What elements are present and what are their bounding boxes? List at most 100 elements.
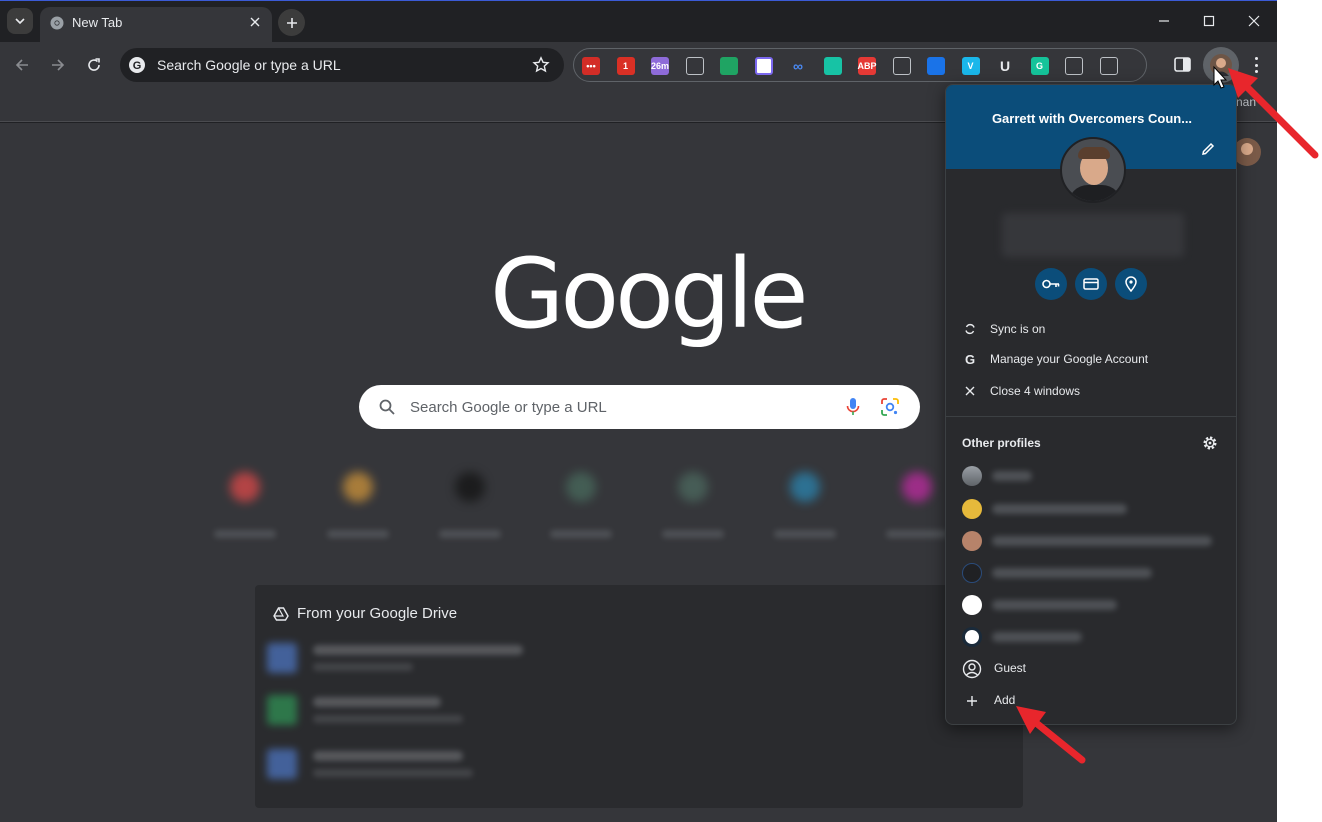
avatar [962, 531, 982, 551]
drive-card-title: From your Google Drive [297, 605, 458, 622]
tag-icon[interactable] [927, 57, 945, 75]
u-extension-icon[interactable]: U [996, 57, 1014, 75]
other-profile-row[interactable] [946, 493, 1236, 523]
close-icon [962, 383, 978, 399]
addresses-button[interactable] [1115, 268, 1147, 300]
profile-button[interactable] [1203, 47, 1239, 83]
shortcut-tile[interactable] [760, 468, 850, 548]
grammarly-icon[interactable]: G [1030, 57, 1049, 75]
maximize-button[interactable] [1189, 7, 1229, 35]
other-profile-row[interactable] [946, 589, 1236, 619]
drive-file-row[interactable] [267, 743, 787, 783]
toolbar: G Search Google or type a URL ••• 1 26m ∞ AB… [0, 42, 1277, 88]
document-icon [267, 643, 297, 673]
sync-status-row[interactable]: Sync is on [946, 314, 1236, 344]
lastpass-icon[interactable]: ••• [582, 57, 600, 75]
shortcut-tile[interactable] [536, 468, 626, 548]
tab-search-button[interactable] [7, 8, 33, 34]
shortcut-tile[interactable] [200, 468, 290, 548]
drive-file-row[interactable] [267, 637, 787, 677]
code-icon[interactable] [1065, 57, 1083, 75]
adblock-icon[interactable]: ABP [857, 57, 877, 75]
profile-label [992, 632, 1082, 642]
file-meta [313, 663, 413, 671]
shortcut-icon [343, 472, 373, 502]
gmail-checker-icon[interactable]: 1 [616, 57, 635, 75]
side-panel-icon[interactable] [1173, 56, 1193, 74]
shortcut-label [886, 530, 948, 538]
other-profile-row[interactable] [946, 460, 1236, 490]
other-profile-row[interactable] [946, 557, 1236, 587]
back-button[interactable] [10, 53, 34, 77]
shortcut-label [662, 530, 724, 538]
file-name [313, 697, 441, 707]
clickup-icon[interactable] [754, 57, 773, 75]
manage-google-account-label: Manage your Google Account [990, 352, 1149, 366]
lastpass-badge: ••• [586, 61, 596, 71]
shortcut-tile[interactable] [313, 468, 403, 548]
drive-file-row[interactable] [267, 689, 787, 729]
guest-profile-row[interactable]: Guest [946, 653, 1236, 683]
chrome-icon [50, 16, 64, 30]
google-g-icon: G [129, 57, 145, 73]
minimize-icon [1159, 20, 1169, 22]
forward-button[interactable] [46, 53, 70, 77]
puzzle-icon[interactable] [1099, 57, 1118, 75]
chrome-menu-button[interactable] [1246, 54, 1266, 76]
shortcut-icon [790, 472, 820, 502]
ntp-search-box[interactable]: Search Google or type a URL [359, 385, 920, 429]
close-icon [250, 17, 260, 27]
reload-button[interactable] [82, 53, 106, 77]
gear-icon[interactable] [1202, 435, 1218, 451]
google-drive-icon[interactable] [720, 57, 738, 75]
manage-google-account-row[interactable]: G Manage your Google Account [946, 344, 1236, 374]
other-profile-row[interactable] [946, 621, 1236, 651]
credit-card-icon [1083, 278, 1099, 290]
tab-close-button[interactable] [246, 13, 264, 31]
screenshot-icon[interactable] [685, 57, 704, 75]
adblock-badge: ABP [857, 61, 877, 71]
add-profile-row[interactable]: Add [946, 685, 1236, 715]
shortcut-icon [230, 472, 260, 502]
google-logo: Google [490, 238, 809, 350]
minimize-button[interactable] [1144, 7, 1184, 35]
divider [946, 416, 1236, 417]
close-windows-row[interactable]: Close 4 windows [946, 376, 1236, 406]
file-name [313, 645, 523, 655]
profile-avatar [1060, 137, 1126, 203]
shortcut-tile[interactable] [648, 468, 738, 548]
profile-label [992, 504, 1127, 514]
other-profile-row[interactable] [946, 525, 1236, 555]
tab-new-tab[interactable]: New Tab [40, 7, 272, 42]
guest-label: Guest [994, 661, 1027, 675]
fireflies-icon[interactable] [823, 57, 842, 75]
address-bar[interactable]: G Search Google or type a URL [120, 48, 564, 82]
calendar-icon[interactable]: 26m [651, 57, 669, 75]
close-icon [1248, 15, 1260, 27]
google-lens-icon[interactable] [880, 397, 900, 417]
shortcut-label [439, 530, 501, 538]
vimeo-icon[interactable]: V [961, 57, 980, 75]
passwords-button[interactable] [1035, 268, 1067, 300]
close-window-button[interactable] [1234, 7, 1274, 35]
payment-methods-button[interactable] [1075, 268, 1107, 300]
loom-icon[interactable] [892, 57, 911, 75]
new-tab-button[interactable] [278, 9, 305, 36]
u-extension-badge: U [999, 58, 1011, 74]
link-icon[interactable]: ∞ [789, 57, 807, 75]
shortcut-tile[interactable] [425, 468, 515, 548]
search-icon [379, 399, 395, 415]
pencil-icon[interactable] [1200, 141, 1216, 157]
sheet-icon [267, 695, 297, 725]
ntp-avatar[interactable] [1233, 138, 1261, 166]
reload-icon [88, 58, 100, 71]
chevron-down-icon [15, 18, 25, 25]
tab-title: New Tab [72, 15, 123, 30]
redacted-account-info [1002, 213, 1184, 257]
microphone-icon[interactable] [845, 397, 861, 417]
bookmark-star-icon[interactable] [532, 56, 550, 74]
other-profiles-heading: Other profiles [962, 436, 1041, 450]
shortcut-label [550, 530, 612, 538]
dot-icon [1254, 57, 1258, 60]
avatar-hair [1078, 147, 1110, 159]
